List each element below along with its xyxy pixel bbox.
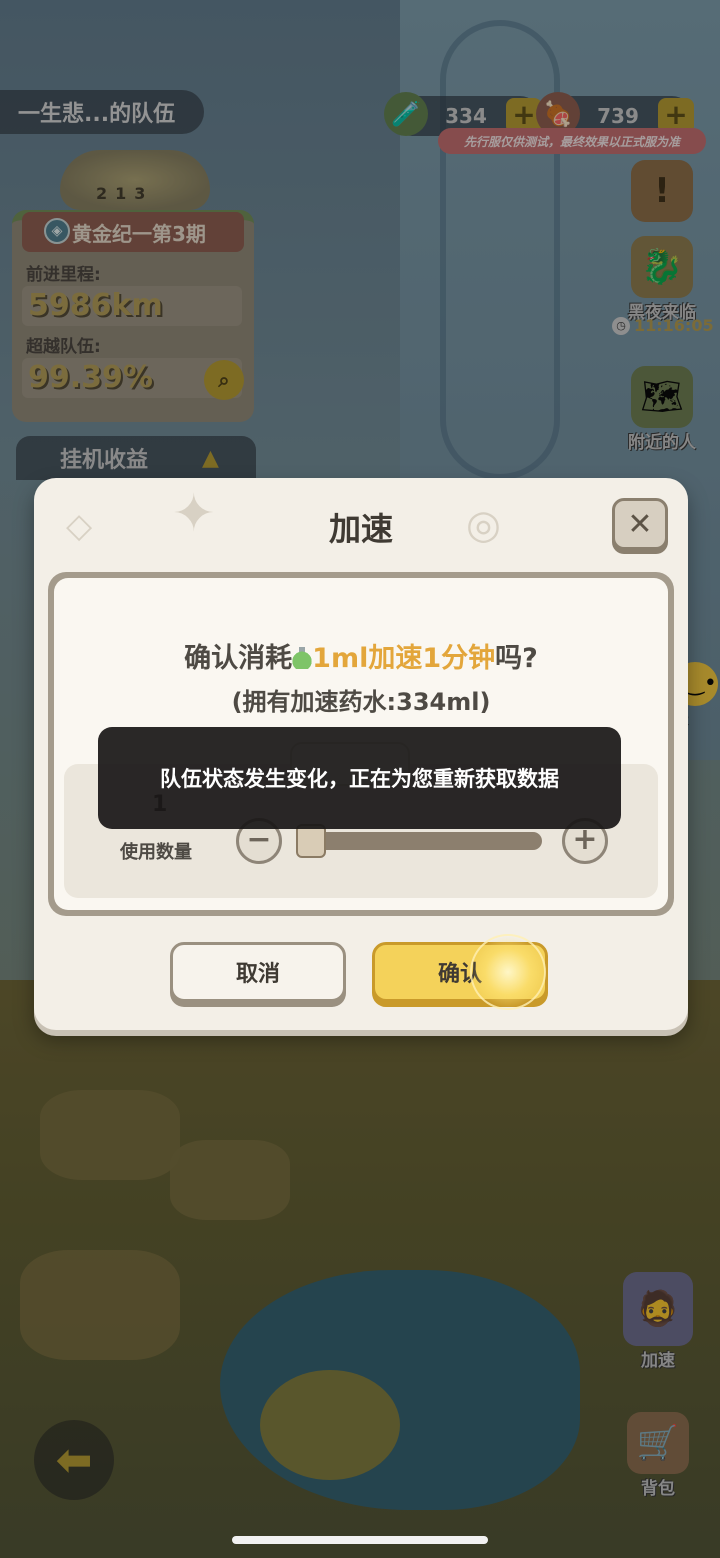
owned-potion-text: (拥有加速药水:334ml) [231, 688, 491, 716]
potion-icon [292, 647, 313, 669]
confirm-prefix: 确认消耗 [184, 643, 293, 674]
close-button[interactable]: ✕ [612, 498, 668, 550]
confirm-suffix: 吗? [495, 643, 538, 674]
home-indicator[interactable] [232, 1536, 488, 1544]
quantity-label: 使用数量 [120, 842, 192, 863]
cancel-button[interactable]: 取消 [170, 942, 346, 1002]
quantity-slider-track[interactable] [298, 832, 542, 850]
close-icon: ✕ [627, 506, 653, 542]
tap-glow-effect [470, 934, 546, 1010]
status-toast: 队伍状态发生变化，正在为您重新获取数据 [98, 727, 621, 829]
confirm-highlight: 1ml加速1分钟 [312, 643, 496, 674]
toast-message: 队伍状态发生变化，正在为您重新获取数据 [160, 767, 559, 791]
cancel-label: 取消 [235, 962, 280, 987]
dialog-title: 加速 [328, 510, 393, 548]
confirm-message: 确认消耗 1ml加速1分钟吗? [54, 636, 668, 675]
quantity-slider-handle[interactable] [296, 824, 326, 858]
